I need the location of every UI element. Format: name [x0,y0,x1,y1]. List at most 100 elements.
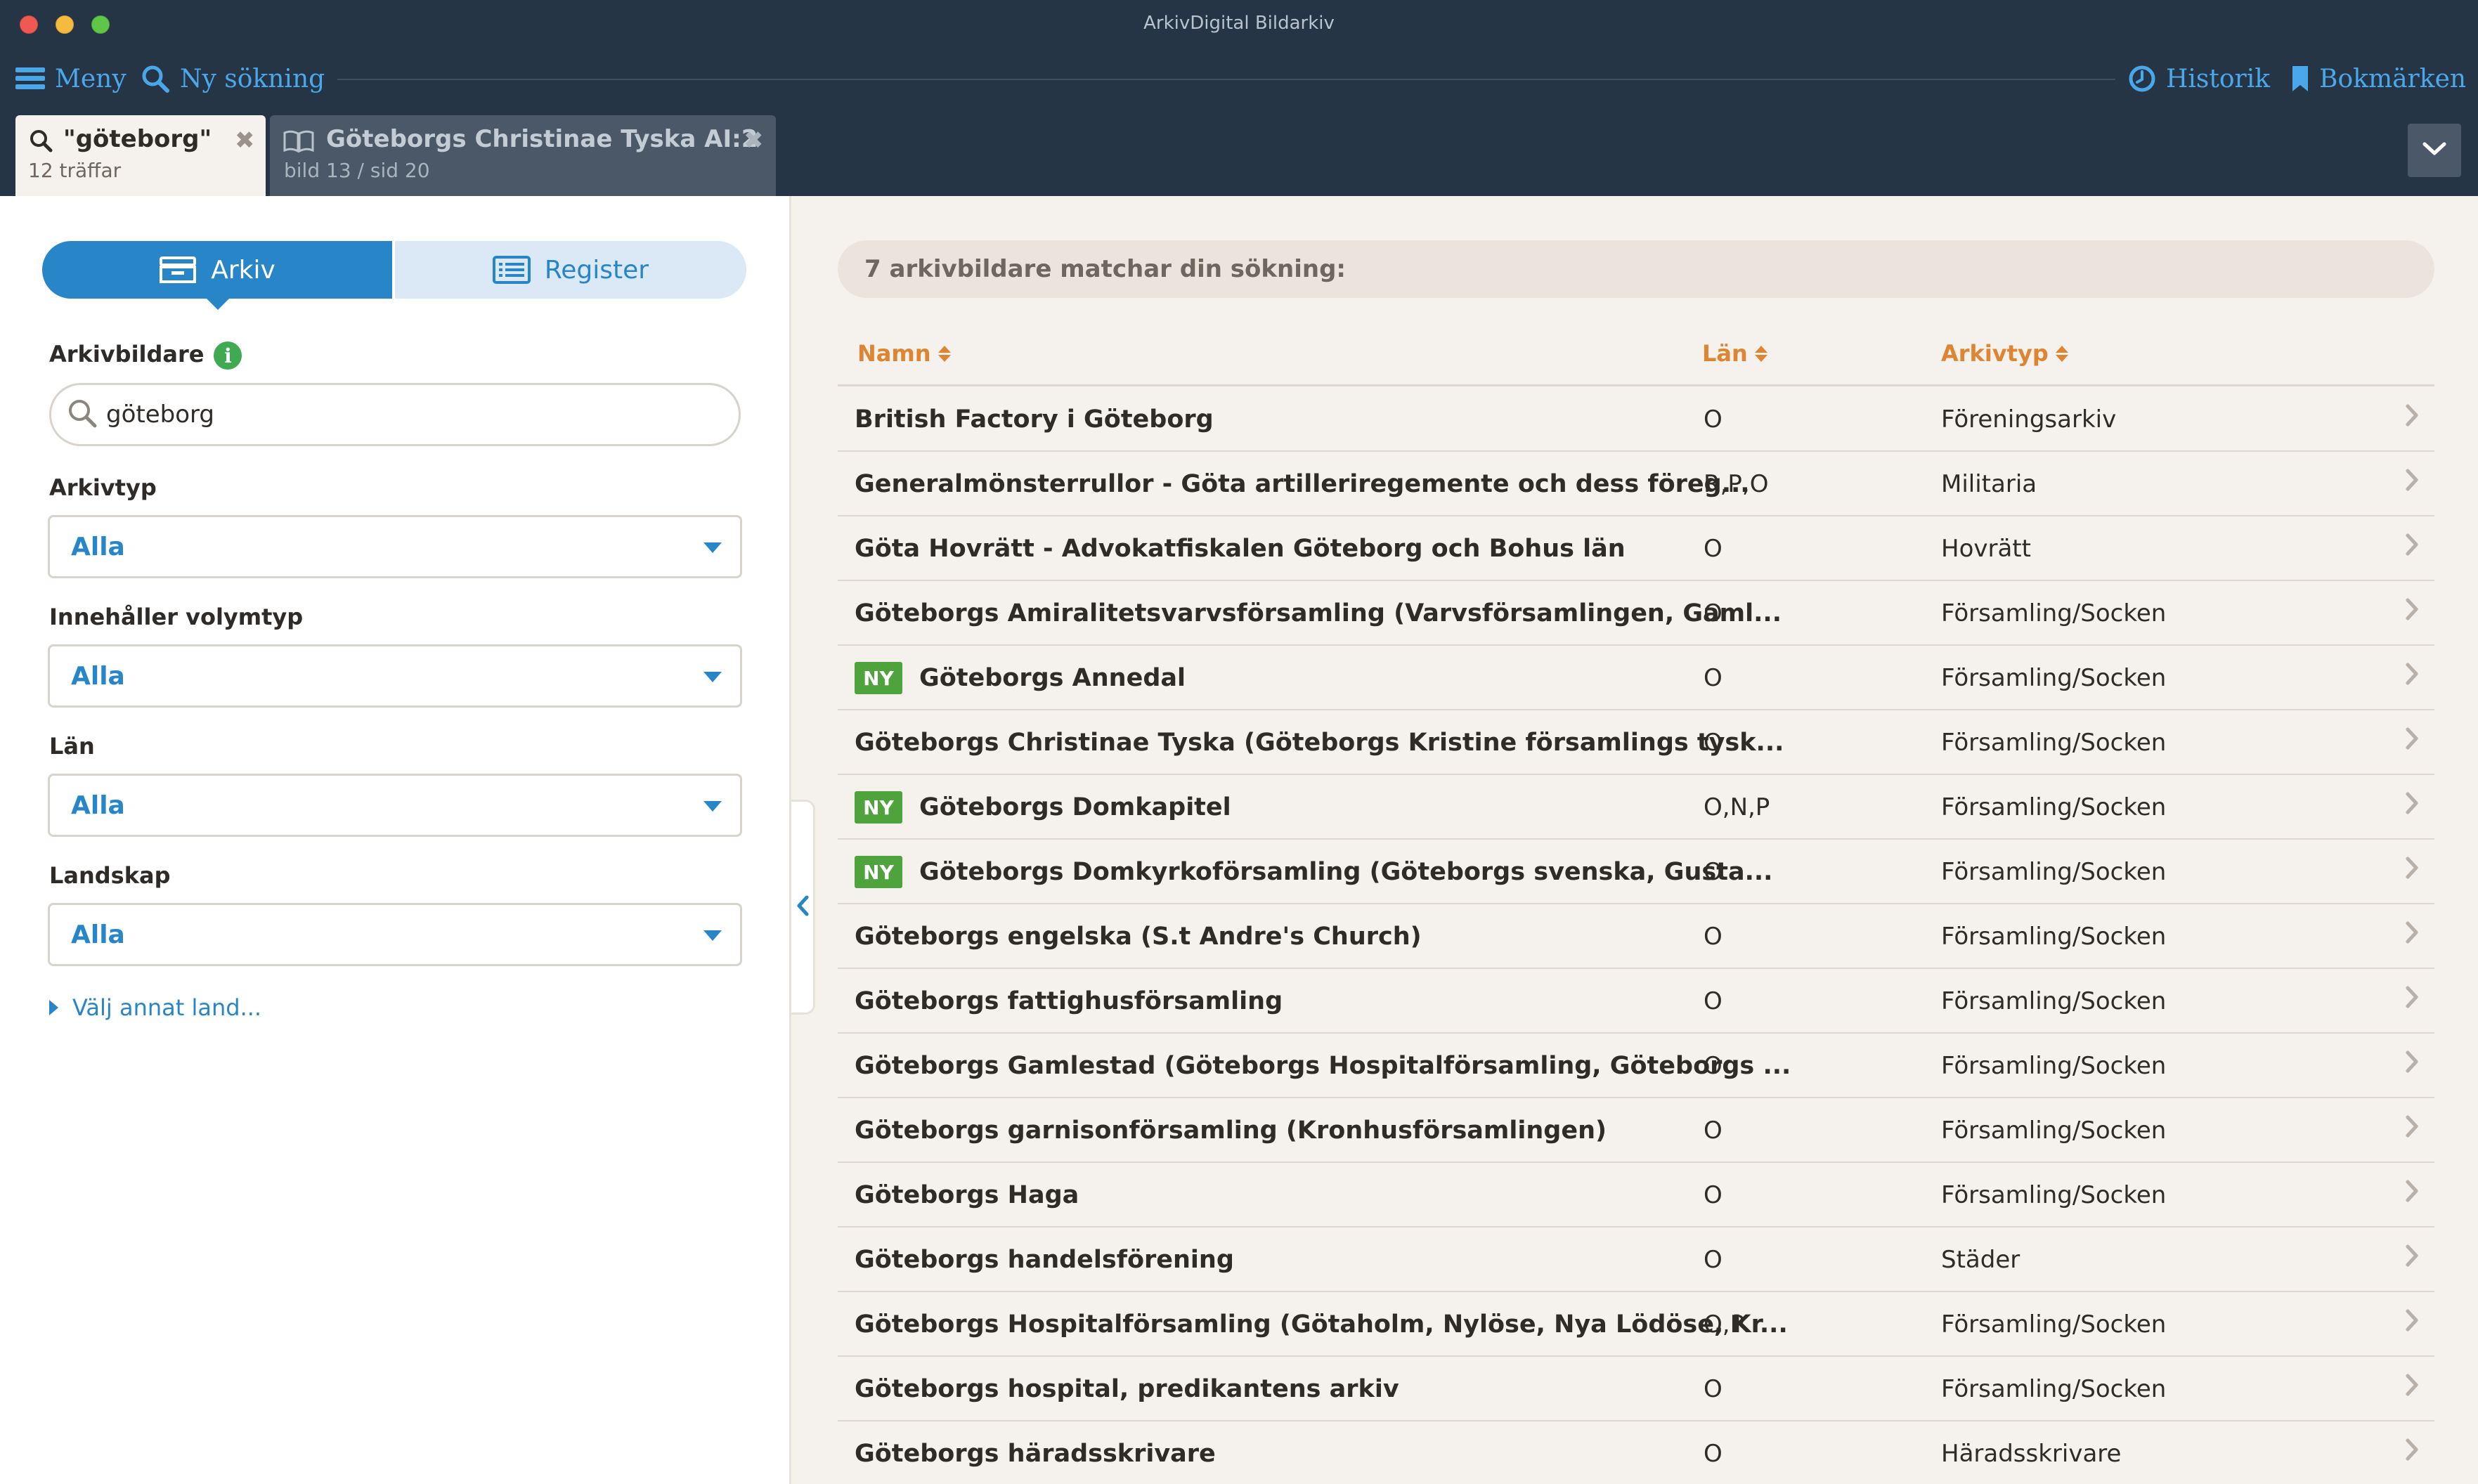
segment-pointer [207,299,229,310]
new-badge: NY [855,662,902,694]
row-type: Församling/Socken [1941,599,2167,627]
row-type: Församling/Socken [1941,1310,2167,1339]
chevron-right-icon [2406,533,2418,556]
row-name: British Factory i Göteborg [855,405,1214,434]
row-name-cell: Göta Hovrätt - Advokatfiskalen Göteborg … [855,516,1626,581]
row-name-cell: Göteborgs Gamlestad (Göteborgs Hospitalf… [855,1034,1791,1098]
table-row[interactable]: Göteborgs häradsskrivare O Häradsskrivare [838,1421,2434,1484]
table-row[interactable]: NY Göteborgs Domkapitel O,N,P Församling/So… [838,775,2434,840]
column-header-type-label: Arkivtyp [1941,340,2049,367]
table-row[interactable]: NY Göteborgs Annedal O Församling/Socken [838,646,2434,710]
row-lan: O [1704,405,1723,434]
row-name-cell: British Factory i Göteborg [855,387,1214,452]
row-name-cell: Generalmönsterrullor - Göta artillerireg… [855,452,1750,516]
table-row[interactable]: Göteborgs garnisonförsamling (Kronhusför… [838,1098,2434,1163]
row-type: Församling/Socken [1941,1052,2167,1080]
select-value: Alla [71,533,125,561]
column-header-lan-label: Län [1702,340,1748,367]
segment-arkiv-label: Arkiv [211,255,275,285]
chevron-right-icon [2406,1180,2418,1202]
table-row[interactable]: Göteborgs handelsförening O Städer [838,1228,2434,1292]
row-name: Göteborgs fattighusförsamling [855,987,1283,1015]
menu-button[interactable]: Meny [15,59,127,98]
new-badge: NY [855,791,902,824]
arkivbildare-search-input[interactable]: göteborg [49,383,741,446]
tab-subtitle: 12 träffar [28,159,122,182]
table-row[interactable]: Göta Hovrätt - Advokatfiskalen Göteborg … [838,516,2434,581]
segment-register[interactable]: Register [395,241,746,299]
chevron-right-icon [2406,1244,2418,1267]
table-row[interactable]: Generalmönsterrullor - Göta artillerireg… [838,452,2434,516]
row-lan: O [1704,1246,1723,1274]
close-tab-icon[interactable]: ✖ [744,126,764,155]
chevron-right-icon [2406,921,2418,944]
landskap-select[interactable]: Alla [48,903,742,966]
tab-title: "göteborg" [63,125,212,153]
choose-other-country-label: Välj annat land... [72,994,262,1021]
row-type: Församling/Socken [1941,664,2167,692]
row-name: Göteborgs Domkapitel [919,793,1231,821]
table-row[interactable]: British Factory i Göteborg O Föreningsarki… [838,387,2434,452]
table-row[interactable]: Göteborgs Amiralitetsvarvsförsamling (Va… [838,581,2434,646]
row-type: Häradsskrivare [1941,1440,2122,1468]
row-type: Föreningsarkiv [1941,405,2117,434]
row-name: Göteborgs handelsförening [855,1246,1234,1274]
row-type: Hovrätt [1941,535,2031,563]
segment-register-label: Register [544,255,649,285]
results-table-header: Namn Län Arkivtyp [838,329,2434,386]
table-row[interactable]: NY Göteborgs Domkyrkoförsamling (Göteborg… [838,840,2434,904]
history-button[interactable]: Historik [2128,59,2270,98]
table-row[interactable]: Göteborgs Haga O Församling/Socken [838,1163,2434,1228]
table-row[interactable]: Göteborgs Gamlestad (Göteborgs Hospitalf… [838,1034,2434,1098]
row-type: Församling/Socken [1941,987,2167,1015]
clock-icon [2128,65,2156,93]
column-header-type[interactable]: Arkivtyp [1941,340,2068,367]
sort-icon [1754,345,1767,362]
new-search-button[interactable]: Ny sökning [141,59,325,98]
lan-select[interactable]: Alla [48,774,742,837]
tabs-dropdown-button[interactable] [2408,124,2461,177]
table-row[interactable]: Göteborgs fattighusförsamling O Församling… [838,969,2434,1034]
close-tab-icon[interactable]: ✖ [235,126,255,155]
segment-arkiv[interactable]: Arkiv [42,241,392,299]
table-row[interactable]: Göteborgs Christinae Tyska (Göteborgs Kr… [838,710,2434,775]
table-row[interactable]: Göteborgs hospital, predikantens arkiv O F… [838,1357,2434,1421]
chevron-right-icon [2406,598,2418,620]
row-name: Göteborgs Annedal [919,664,1186,692]
arkivbildare-label: Arkivbildare i [49,341,242,370]
tab-title: Göteborgs Christinae Tyska AI:2 [326,125,758,153]
row-type: Församling/Socken [1941,923,2167,951]
column-header-lan[interactable]: Län [1702,340,1767,367]
chevron-right-icon [2406,727,2418,750]
arkivtyp-select[interactable]: Alla [48,515,742,578]
row-name-cell: NY Göteborgs Domkapitel [855,775,1231,840]
menubar: Meny Ny sökning Historik Bokmärken [0,59,2478,98]
row-name: Göteborgs garnisonförsamling (Kronhusför… [855,1117,1607,1145]
row-lan: O [1704,987,1723,1015]
table-row[interactable]: Göteborgs engelska (S.t Andre's Church) O… [838,904,2434,969]
column-header-name[interactable]: Namn [857,340,951,367]
volymtyp-select[interactable]: Alla [48,644,742,708]
table-row[interactable]: Göteborgs Hospitalförsamling (Götaholm, … [838,1292,2434,1357]
book-icon [283,129,315,156]
row-lan: O [1704,535,1723,563]
history-label: Historik [2166,64,2271,93]
collapse-panel-handle[interactable] [791,800,815,1015]
row-type: Församling/Socken [1941,858,2167,886]
caret-down-icon [703,672,722,682]
row-lan: O [1704,729,1723,757]
window-title: ArkivDigital Bildarkiv [1143,13,1335,34]
info-icon[interactable]: i [214,341,242,370]
row-name: Göteborgs Christinae Tyska (Göteborgs Kr… [855,729,1784,757]
row-name-cell: Göteborgs Amiralitetsvarvsförsamling (Va… [855,581,1782,646]
choose-other-country-link[interactable]: Välj annat land... [49,994,261,1021]
row-name: Generalmönsterrullor - Göta artillerireg… [855,470,1750,498]
chevron-down-icon [2422,142,2446,159]
bookmark-icon [2291,65,2309,93]
tab-search-goteborg[interactable]: "göteborg" 12 träffar ✖ [15,115,266,196]
results-count-banner: 7 arkivbildare matchar din sökning: [838,240,2434,298]
row-name-cell: Göteborgs Haga [855,1163,1079,1228]
select-value: Alla [71,662,125,691]
bookmarks-button[interactable]: Bokmärken [2291,59,2466,98]
tab-goteborgs-christinae[interactable]: Göteborgs Christinae Tyska AI:2 bild 13 … [270,115,776,196]
